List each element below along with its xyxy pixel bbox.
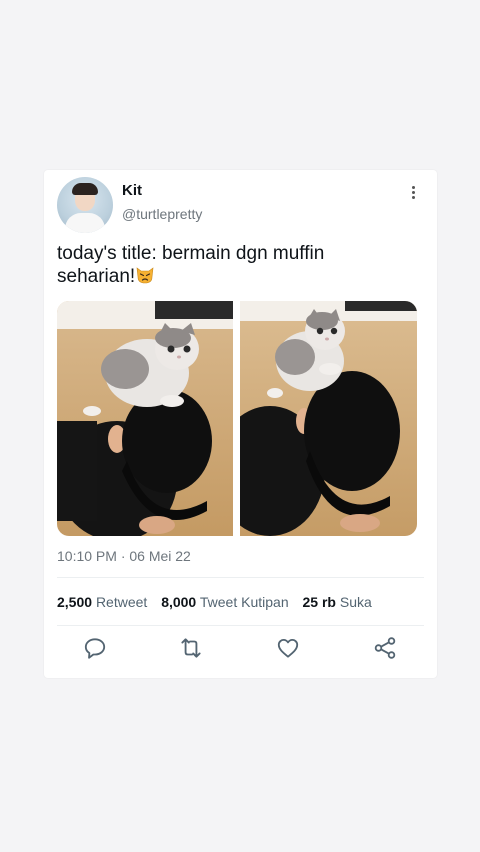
reply-icon[interactable] — [82, 635, 108, 661]
like-label: Suka — [339, 594, 372, 610]
tweet-photo-1[interactable] — [57, 301, 233, 536]
more-vertical-icon[interactable] — [407, 184, 419, 206]
like-icon[interactable] — [275, 635, 301, 661]
divider — [57, 577, 424, 578]
retweet-label: Retweet — [95, 594, 148, 610]
retweet-count: 2,500 — [57, 594, 93, 610]
author-handle[interactable]: @turtlepretty — [122, 206, 202, 222]
tweet-photo-2[interactable] — [240, 301, 417, 536]
tweet-card: Kit @turtlepretty today's title: bermain… — [44, 170, 437, 678]
quote-count: 8,000 — [161, 594, 197, 610]
pouting-cat-emoji — [136, 267, 154, 284]
like-count: 25 rb — [302, 594, 336, 610]
tweet-stats: 2,500 Retweet 8,000 Tweet Kutipan 25 rb … — [57, 594, 382, 610]
divider — [57, 625, 424, 626]
author-name[interactable]: Kit — [122, 182, 142, 199]
tweet-timestamp: 10:10 PM · 06 Mei 22 — [57, 548, 191, 564]
retweet-stat[interactable]: 2,500 Retweet — [57, 594, 151, 610]
share-icon[interactable] — [372, 635, 398, 661]
avatar[interactable] — [57, 177, 113, 233]
like-stat[interactable]: 25 rb Suka — [303, 594, 372, 610]
tweet-text-content: today's title: bermain dgn muffin sehari… — [57, 243, 325, 287]
tweet-text: today's title: bermain dgn muffin sehari… — [57, 242, 387, 288]
retweet-icon[interactable] — [178, 635, 204, 661]
tweet-actions — [44, 635, 437, 665]
quote-stat[interactable]: 8,000 Tweet Kutipan — [161, 594, 292, 610]
quote-label: Tweet Kutipan — [199, 594, 289, 610]
